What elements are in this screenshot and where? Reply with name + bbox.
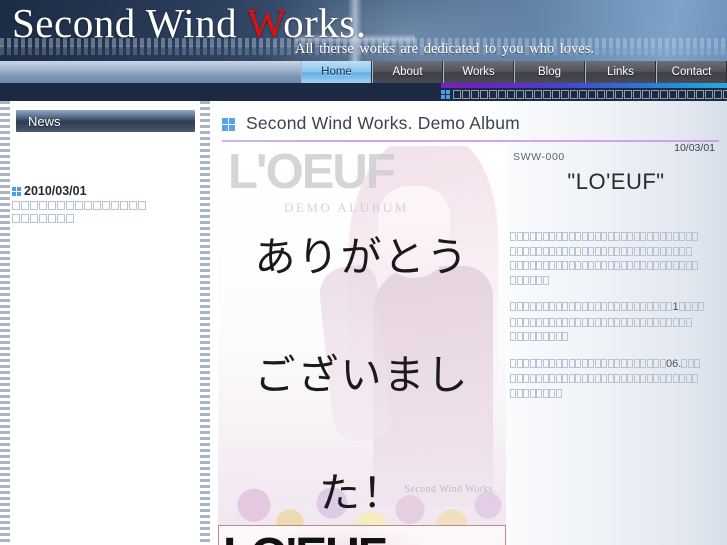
logo-accent-letter: W <box>247 0 284 46</box>
page-title-text: Second Wind Works. Demo Album <box>246 113 520 133</box>
nav-item-links[interactable]: Links <box>585 61 656 83</box>
overlay-line-2: ございました！ <box>254 352 470 516</box>
logo-text-secondary: orks. <box>283 0 367 46</box>
main-content: Second Wind Works. Demo Album 10/03/01 L… <box>210 101 727 545</box>
bottom-album-banner[interactable]: LO'EUF <box>218 525 506 545</box>
nav-item-contact[interactable]: Contact <box>656 61 727 83</box>
marquee-content <box>441 88 727 101</box>
left-decorative-rail <box>0 101 10 545</box>
description-paragraph: 1 <box>510 299 722 344</box>
catalog-number: SWW-000 <box>513 151 565 163</box>
sidebar-news-list: 2010/03/01 <box>10 132 200 226</box>
news-item-date: 2010/03/01 <box>24 184 87 198</box>
description-paragraph <box>510 229 722 287</box>
main-navigation: Home About Works Blog Links Contact <box>0 61 727 83</box>
sidebar: News 2010/03/01 <box>10 101 200 545</box>
album-jacket-artwork: L'OEUF DEMO ALUBUM Second Wind Works. あり… <box>218 146 506 545</box>
jacket-title: L'OEUF <box>228 146 396 199</box>
album-jacket[interactable]: L'OEUF DEMO ALUBUM Second Wind Works. あり… <box>218 146 506 545</box>
four-square-icon <box>12 186 21 196</box>
page-title: Second Wind Works. Demo Album <box>210 101 727 134</box>
site-logo[interactable]: Second Wind Works. <box>12 0 366 47</box>
nav-item-blog[interactable]: Blog <box>514 61 585 83</box>
news-item-body <box>12 200 196 226</box>
album-title: "LO'EUF" <box>567 169 665 194</box>
site-tagline: All therse works are dedicated to you wh… <box>294 41 594 57</box>
description-paragraph: 06. <box>510 356 722 401</box>
sidebar-news-heading: News <box>16 110 195 132</box>
center-decorative-rail <box>200 101 210 545</box>
marquee-bar <box>0 88 727 101</box>
overlay-line-1: ありがとう <box>254 234 470 280</box>
jacket-overlay-message: ありがとう ございました！ <box>218 198 506 545</box>
nav-item-home[interactable]: Home <box>301 61 372 83</box>
marquee-text <box>453 89 727 101</box>
nav-items: Home About Works Blog Links Contact <box>301 61 727 83</box>
site-header: Second Wind Works. All therse works are … <box>0 0 727 61</box>
news-item-date-row: 2010/03/01 <box>12 184 196 198</box>
album-info: SWW-000 "LO'EUF" 1 06. <box>510 151 722 412</box>
bottom-banner-text: LO'EUF <box>223 528 387 545</box>
nav-item-about[interactable]: About <box>372 61 443 83</box>
album-description: 1 06. <box>510 229 722 400</box>
nav-item-works[interactable]: Works <box>443 61 514 83</box>
title-underline-rule <box>222 140 719 142</box>
four-square-icon <box>441 90 450 99</box>
page-body: News 2010/03/01 Second Wind Works. Demo … <box>0 101 727 545</box>
news-list-item[interactable]: 2010/03/01 <box>12 184 196 226</box>
four-square-icon <box>222 118 235 131</box>
logo-text-primary: Second Wind <box>12 0 248 46</box>
